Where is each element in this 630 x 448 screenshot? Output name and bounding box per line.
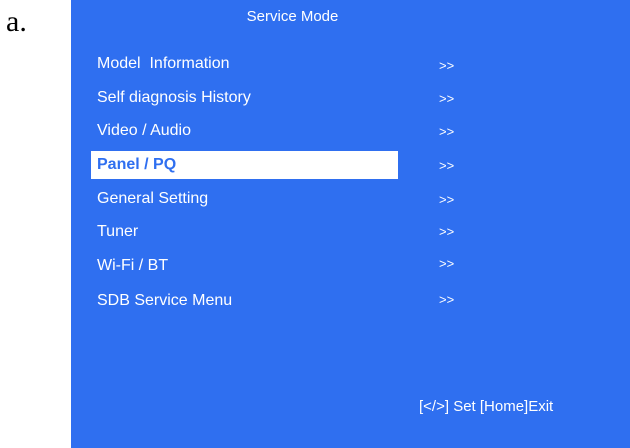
menu-item-label: Video / Audio [97,122,192,139]
submenu-arrow-icon: >> [439,58,455,73]
menu-item-model-information[interactable]: Model Information [91,50,398,78]
key-help-text: [</>] Set [Home]Exit [419,398,554,415]
submenu-arrow-icon: >> [439,192,455,207]
menu-item-self-diagnosis-history[interactable]: Self diagnosis History [91,84,398,112]
menu-item-general-setting[interactable]: General Setting [91,185,398,213]
screen-title: Service Mode [246,8,339,25]
page: a. Service Mode Model Information Self d… [0,0,630,448]
menu-item-label: Tuner [97,223,139,240]
submenu-arrow-icon: >> [439,224,455,239]
menu-item-tuner[interactable]: Tuner [91,218,398,246]
menu-item-label: SDB Service Menu [97,292,233,309]
submenu-arrow-icon: >> [439,91,455,106]
menu-item-label: Self diagnosis History [97,89,251,106]
menu-item-video-audio[interactable]: Video / Audio [91,117,398,145]
submenu-arrow-icon: >> [439,124,455,139]
menu-item-sdb-service-menu[interactable]: SDB Service Menu [91,287,398,315]
figure-label: a. [6,5,27,38]
submenu-arrow-icon: >> [439,158,455,173]
menu-item-label: Model Information [97,55,230,72]
menu-item-wifi-bt[interactable]: Wi-Fi / BT [91,252,398,280]
menu-item-label: Panel / PQ [97,156,177,173]
menu-item-label: General Setting [97,190,209,207]
menu-item-panel-pq[interactable]: Panel / PQ [91,151,398,179]
submenu-arrow-icon: >> [439,292,455,307]
menu-item-label: Wi-Fi / BT [97,257,169,274]
submenu-arrow-icon: >> [439,256,455,271]
service-mode-screen: Service Mode Model Information Self diag… [71,0,630,448]
